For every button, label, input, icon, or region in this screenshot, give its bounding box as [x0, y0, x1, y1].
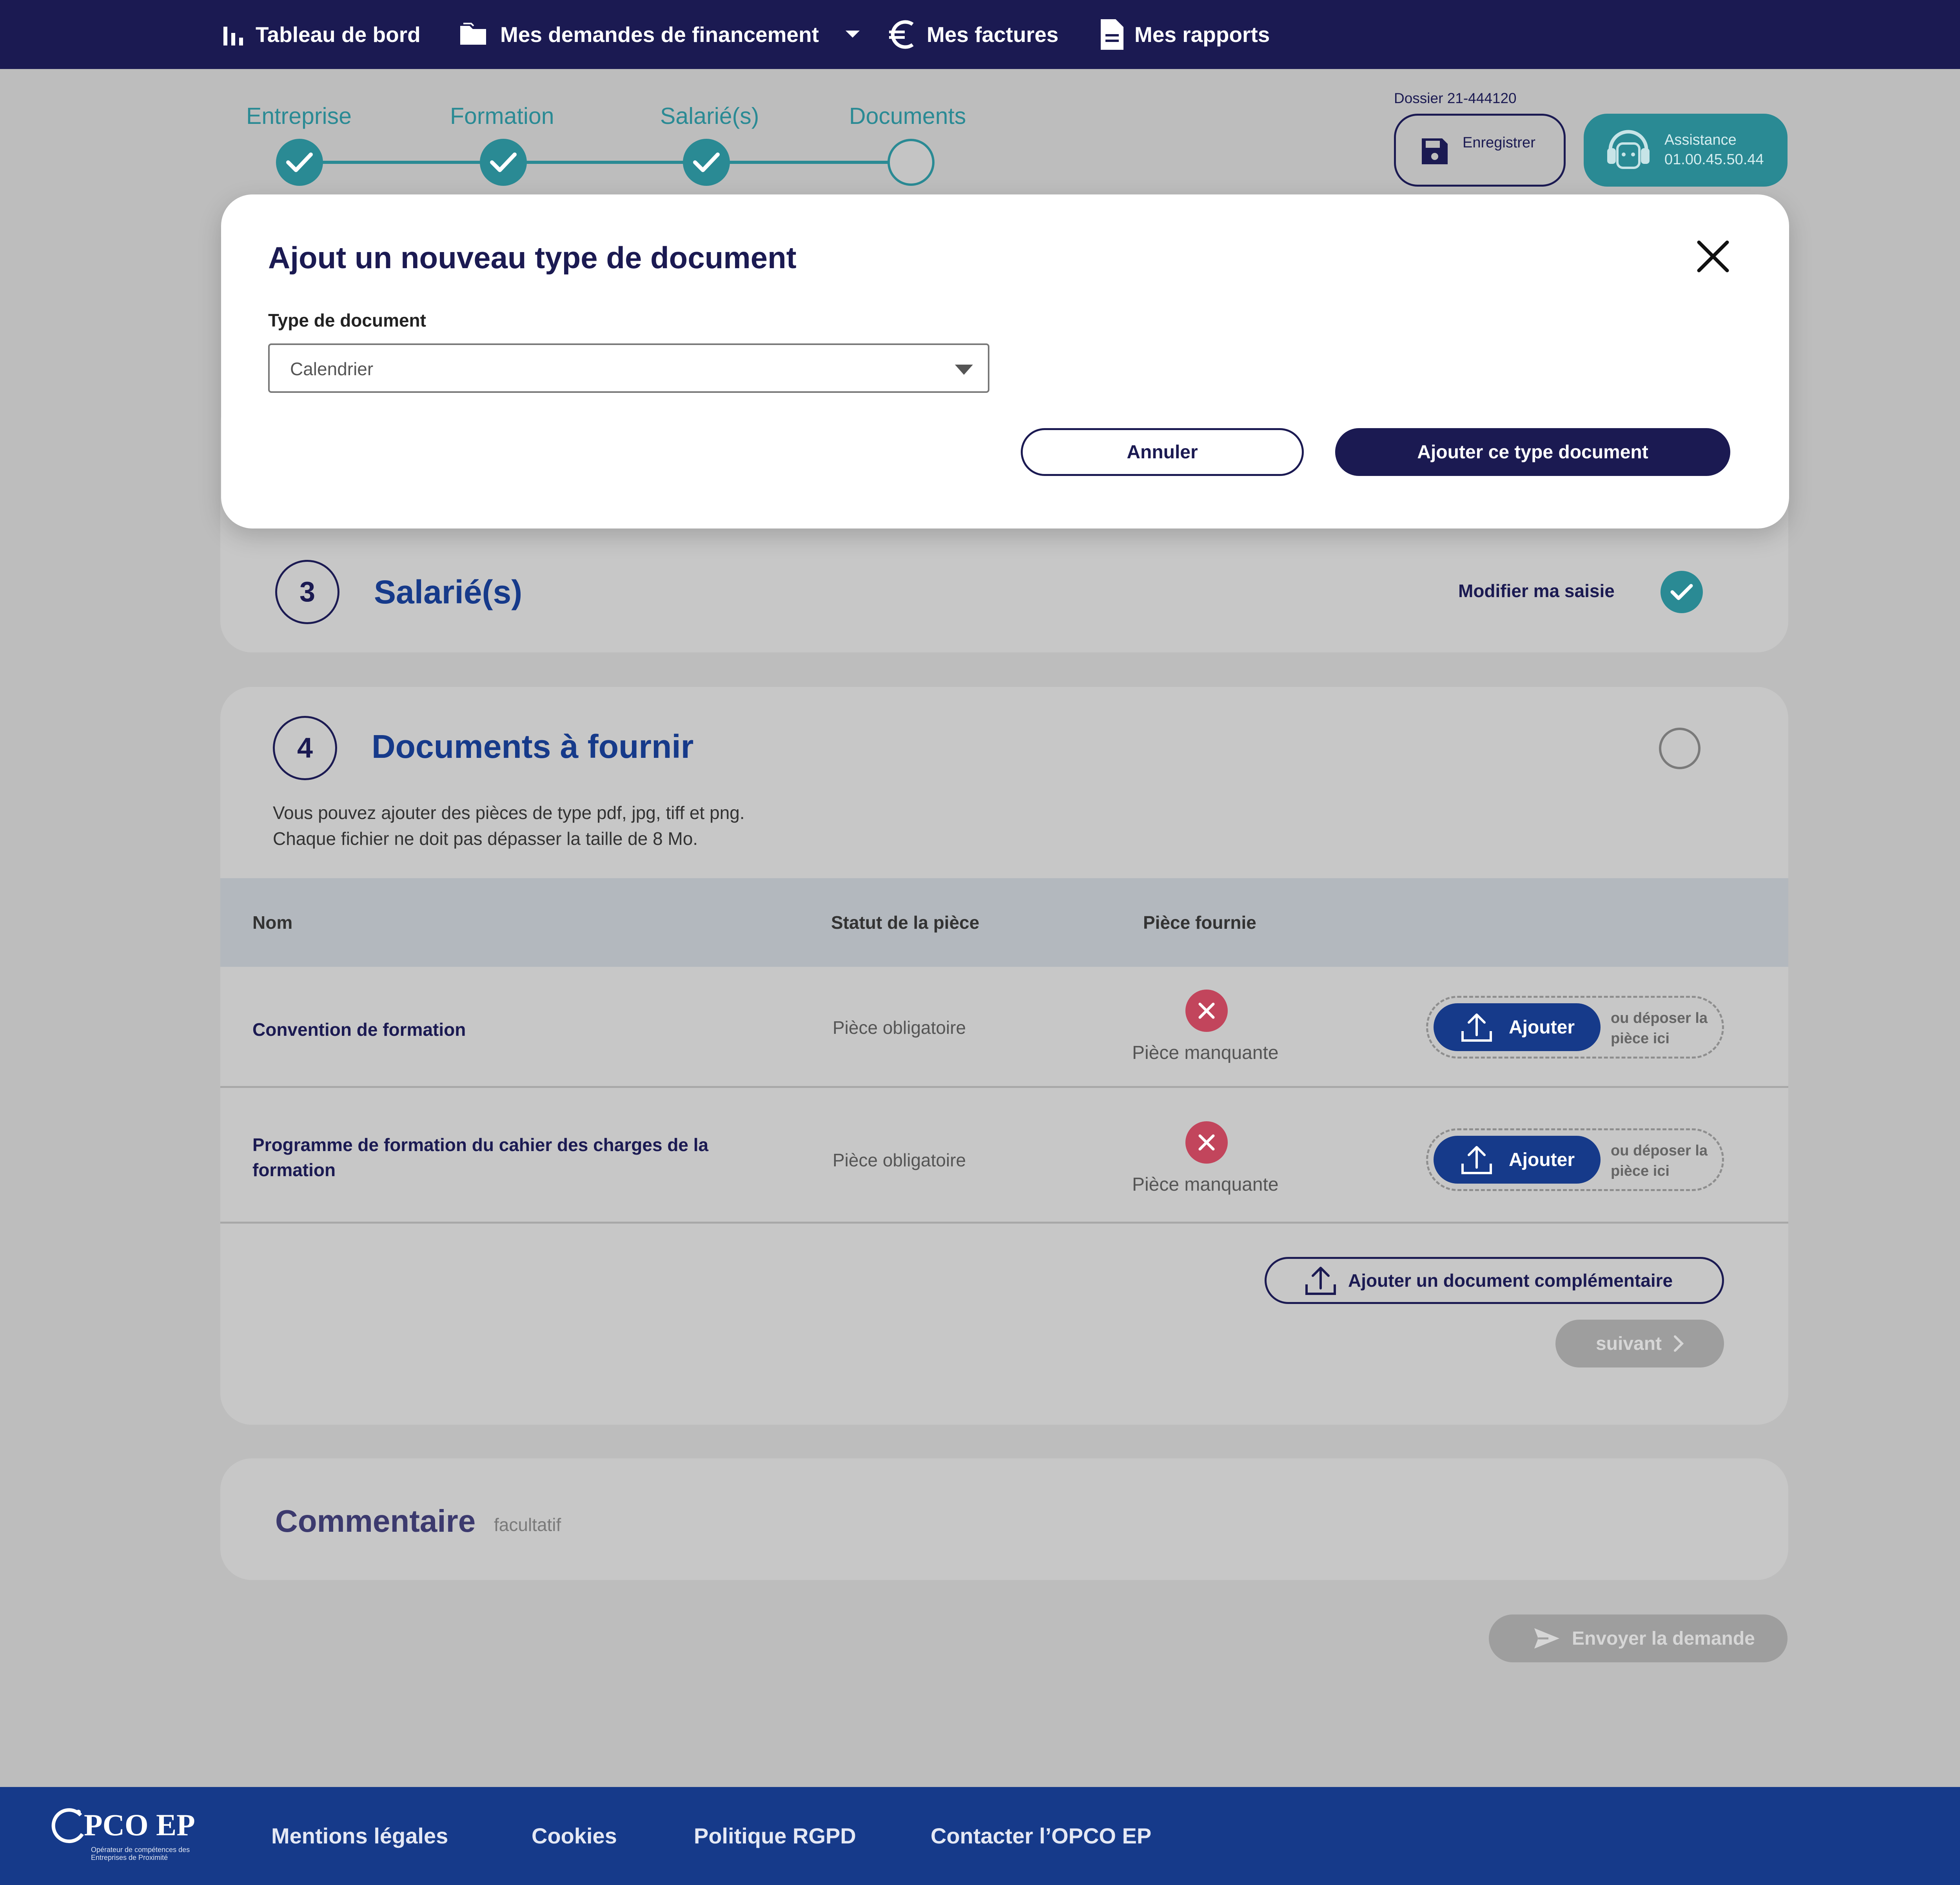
- nav-mes-rapports[interactable]: Mes rapports: [1100, 0, 1270, 69]
- add-document-type-button[interactable]: Ajouter ce type document: [1335, 428, 1730, 476]
- nav-label: Mes rapports: [1134, 22, 1270, 47]
- chevron-down-icon[interactable]: [845, 30, 860, 39]
- nav-tableau-de-bord[interactable]: Tableau de bord: [222, 0, 421, 69]
- caret-down-icon: [954, 364, 974, 376]
- euro-icon: [888, 19, 916, 50]
- footer-link-rgpd[interactable]: Politique RGPD: [694, 1823, 856, 1849]
- cancel-button[interactable]: Annuler: [1021, 428, 1304, 476]
- close-icon[interactable]: [1693, 237, 1733, 276]
- add-document-type-modal: Ajout un nouveau type de document Type d…: [221, 194, 1789, 528]
- folder-icon: [459, 22, 490, 47]
- nav-mes-factures[interactable]: Mes factures: [888, 0, 1058, 69]
- footer-link-contact[interactable]: Contacter l’OPCO EP: [931, 1823, 1151, 1849]
- document-type-select[interactable]: Calendrier: [268, 343, 989, 393]
- footer-link-cookies[interactable]: Cookies: [532, 1823, 617, 1849]
- footer-link-mentions[interactable]: Mentions légales: [271, 1823, 448, 1849]
- document-type-label: Type de document: [268, 310, 426, 331]
- opco-logo-icon: [51, 1807, 85, 1844]
- document-icon: [1100, 18, 1124, 51]
- nav-label: Mes factures: [927, 22, 1059, 47]
- modal-title: Ajout un nouveau type de document: [268, 240, 797, 275]
- top-navigation: Tableau de bord Mes demandes de financem…: [0, 0, 1960, 69]
- nav-label: Tableau de bord: [256, 22, 421, 47]
- selected-value: Calendrier: [290, 359, 374, 379]
- nav-mes-demandes[interactable]: Mes demandes de financement: [459, 0, 860, 69]
- bar-chart-icon: [222, 24, 245, 45]
- nav-label: Mes demandes de financement: [500, 22, 819, 47]
- footer: PCO EP Opérateur de compétences des Entr…: [0, 1787, 1960, 1885]
- logo-tagline: Opérateur de compétences des Entreprises…: [91, 1846, 190, 1861]
- logo-text: PCO EP: [84, 1808, 195, 1842]
